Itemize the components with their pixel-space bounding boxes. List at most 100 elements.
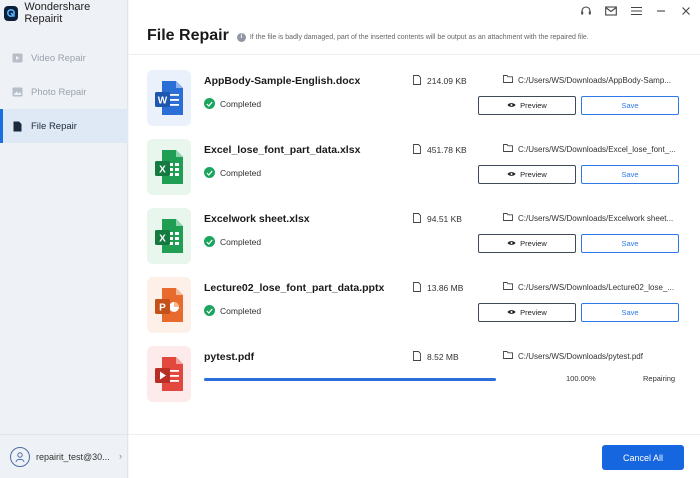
- cancel-all-button[interactable]: Cancel All: [602, 445, 684, 470]
- file-name: pytest.pdf: [204, 351, 255, 363]
- save-button[interactable]: Save: [581, 96, 679, 115]
- sidebar-item-label: Video Repair: [31, 52, 86, 64]
- file-name: Excelwork sheet.xlsx: [204, 213, 310, 225]
- document-icon: [413, 213, 421, 225]
- svg-text:X: X: [159, 234, 166, 245]
- status-label: Completed: [220, 236, 262, 247]
- file-icon: [12, 121, 23, 132]
- mail-icon[interactable]: [605, 4, 617, 18]
- file-size: 8.52 MB: [413, 351, 459, 363]
- status-label: Completed: [220, 167, 262, 178]
- chevron-right-icon: ›: [119, 451, 122, 461]
- preview-label: Preview: [520, 239, 547, 248]
- save-button[interactable]: Save: [581, 234, 679, 253]
- check-circle-icon: [204, 167, 215, 178]
- file-path: C:/Users/WS/Downloads/Lecture02_lose_...: [503, 282, 681, 292]
- powerpoint-file-icon: P: [147, 277, 191, 333]
- file-status: Completed: [204, 98, 261, 109]
- file-row: X Excel_lose_font_part_data.xlsx Complet…: [129, 139, 700, 208]
- folder-icon: [503, 144, 513, 154]
- file-status: Completed: [204, 305, 261, 316]
- file-row: pytest.pdf 8.52 MB C:/Users/WS/Downloads…: [129, 346, 700, 415]
- file-path: C:/Users/WS/Downloads/Excel_lose_font_..…: [503, 144, 681, 154]
- window-controls: [580, 4, 692, 18]
- sidebar-item-photo-repair[interactable]: Photo Repair: [0, 75, 128, 109]
- header-hint: i If the file is badly damaged, part of …: [236, 32, 589, 42]
- preview-label: Preview: [520, 101, 547, 110]
- video-icon: [12, 53, 23, 64]
- info-icon: i: [236, 32, 246, 42]
- status-label: Completed: [220, 305, 262, 316]
- file-path: C:/Users/WS/Downloads/AppBody-Samp...: [503, 75, 681, 85]
- sidebar-item-label: Photo Repair: [31, 86, 87, 98]
- menu-icon[interactable]: [630, 4, 642, 18]
- document-icon: [413, 144, 421, 156]
- check-circle-icon: [204, 236, 215, 247]
- sidebar: Wondershare Repairit Video Repair Photo …: [0, 0, 128, 478]
- preview-button[interactable]: Preview: [478, 165, 576, 184]
- progress-percent: 100.00%: [566, 374, 596, 383]
- svg-text:X: X: [159, 165, 166, 176]
- folder-icon: [503, 282, 513, 292]
- preview-button[interactable]: Preview: [478, 96, 576, 115]
- file-path-label: C:/Users/WS/Downloads/pytest.pdf: [518, 351, 643, 361]
- file-size: 94.51 KB: [413, 213, 462, 225]
- file-row: X Excelwork sheet.xlsx Completed 94.51 K…: [129, 208, 700, 277]
- file-name: AppBody-Sample-English.docx: [204, 75, 361, 87]
- svg-text:P: P: [159, 303, 166, 314]
- repairit-logo-icon: [4, 5, 19, 21]
- check-circle-icon: [204, 98, 215, 109]
- support-headset-icon[interactable]: [580, 4, 592, 18]
- document-icon: [413, 282, 421, 294]
- file-size: 13.86 MB: [413, 282, 463, 294]
- pdf-file-icon: [147, 346, 191, 402]
- file-size-label: 214.09 KB: [427, 76, 467, 86]
- user-avatar-icon: [10, 446, 30, 467]
- hint-text: If the file is badly damaged, part of th…: [249, 33, 589, 41]
- check-circle-icon: [204, 305, 215, 316]
- file-name: Lecture02_lose_font_part_data.pptx: [204, 282, 385, 294]
- status-label: Completed: [220, 98, 262, 109]
- document-icon: [413, 351, 421, 363]
- file-path-label: C:/Users/WS/Downloads/AppBody-Samp...: [518, 75, 671, 85]
- folder-icon: [503, 75, 513, 85]
- page-title: File Repair: [147, 27, 229, 44]
- repair-progress-bar: [204, 378, 496, 381]
- preview-button[interactable]: Preview: [478, 234, 576, 253]
- sidebar-item-label: File Repair: [31, 120, 77, 132]
- eye-icon: [507, 101, 516, 110]
- eye-icon: [507, 308, 516, 317]
- close-icon[interactable]: [680, 4, 692, 18]
- photo-icon: [12, 87, 23, 98]
- svg-text:W: W: [158, 96, 168, 107]
- excel-file-icon: X: [147, 139, 191, 195]
- file-row: W AppBody-Sample-English.docx Completed …: [129, 70, 700, 139]
- file-size-label: 94.51 KB: [427, 214, 462, 224]
- account-email: repairit_test@30...: [36, 451, 110, 462]
- folder-icon: [503, 213, 513, 223]
- header-divider: [129, 54, 700, 55]
- preview-label: Preview: [520, 308, 547, 317]
- file-status: Completed: [204, 236, 261, 247]
- file-path: C:/Users/WS/Downloads/pytest.pdf: [503, 351, 681, 361]
- account-menu[interactable]: repairit_test@30... ›: [0, 434, 128, 478]
- app-title: Wondershare Repairit: [4, 1, 127, 25]
- file-path-label: C:/Users/WS/Downloads/Excel_lose_font_..…: [518, 144, 676, 154]
- sidebar-item-file-repair[interactable]: File Repair: [0, 109, 128, 143]
- file-path-label: C:/Users/WS/Downloads/Lecture02_lose_...: [518, 282, 675, 292]
- file-size: 214.09 KB: [413, 75, 467, 87]
- excel-file-icon: X: [147, 208, 191, 264]
- file-name: Excel_lose_font_part_data.xlsx: [204, 144, 361, 156]
- preview-label: Preview: [520, 170, 547, 179]
- word-file-icon: W: [147, 70, 191, 126]
- file-size-label: 451.78 KB: [427, 145, 467, 155]
- save-button[interactable]: Save: [581, 165, 679, 184]
- file-size-label: 8.52 MB: [427, 352, 459, 362]
- repair-status-label: Repairing: [643, 374, 676, 383]
- save-button[interactable]: Save: [581, 303, 679, 322]
- minimize-icon[interactable]: [655, 4, 667, 18]
- folder-icon: [503, 351, 513, 361]
- preview-button[interactable]: Preview: [478, 303, 576, 322]
- main-panel: File Repair i If the file is badly damag…: [129, 0, 700, 478]
- sidebar-item-video-repair[interactable]: Video Repair: [0, 41, 128, 75]
